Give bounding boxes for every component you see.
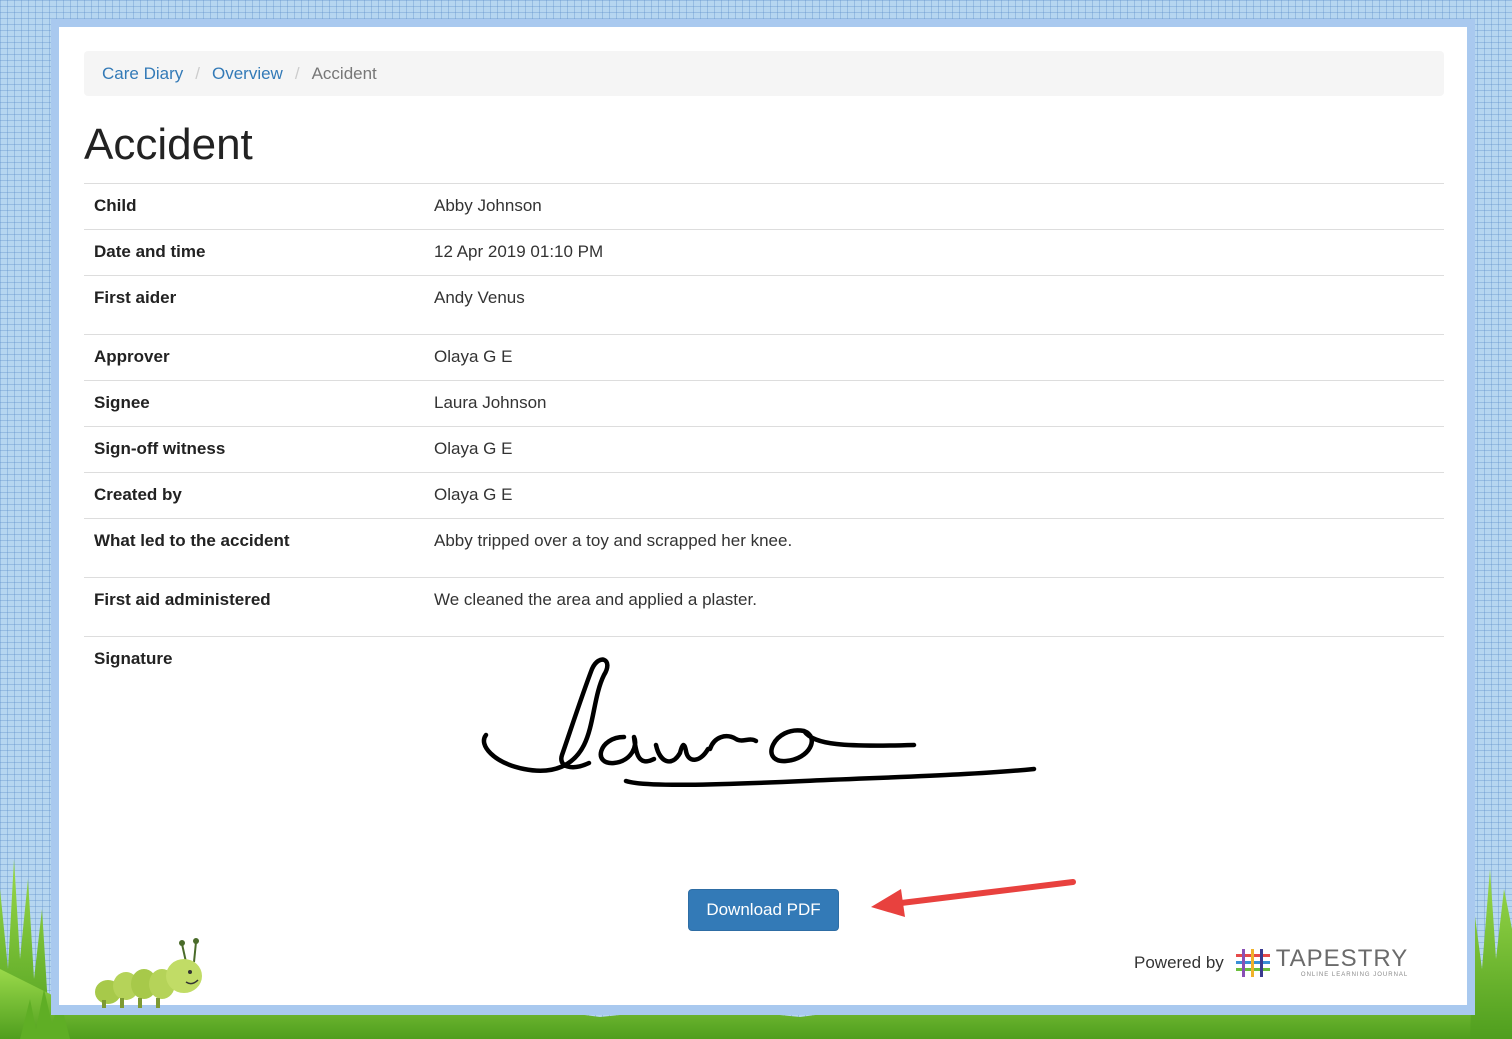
page-title: Accident: [84, 120, 253, 169]
row-value: Olaya G E: [434, 347, 513, 366]
table-row: First aider Andy Venus: [84, 275, 1444, 335]
powered-by: Powered by TAPESTRY ONLINE LEARNING JOUR…: [1134, 947, 1408, 979]
breadcrumb-care-diary[interactable]: Care Diary: [102, 64, 183, 84]
row-value: Olaya G E: [434, 485, 513, 504]
table-row: Created by Olaya G E: [84, 472, 1444, 519]
powered-by-text: Powered by: [1134, 953, 1224, 972]
table-row: What led to the accident Abby tripped ov…: [84, 518, 1444, 578]
row-label: Child: [94, 196, 137, 215]
row-value: Laura Johnson: [434, 393, 547, 412]
breadcrumb-overview[interactable]: Overview: [212, 64, 283, 84]
row-label: Sign-off witness: [94, 439, 226, 458]
content-panel: Care Diary / Overview / Accident Acciden…: [59, 27, 1467, 1005]
table-row: Child Abby Johnson: [84, 183, 1444, 230]
row-label: What led to the accident: [94, 531, 290, 550]
tapestry-tagline: ONLINE LEARNING JOURNAL: [1300, 972, 1409, 978]
tapestry-logo-icon: [1235, 949, 1270, 977]
tapestry-brand: TAPESTRY: [1275, 945, 1409, 972]
signature-image: [434, 637, 1434, 820]
breadcrumb-separator: /: [195, 63, 200, 83]
handwritten-signature: [481, 657, 1037, 788]
row-value: Abby Johnson: [434, 196, 542, 215]
row-label: Approver: [94, 347, 170, 366]
breadcrumb-current: Accident: [311, 63, 377, 83]
download-pdf-button[interactable]: Download PDF: [688, 889, 839, 931]
red-arrow-icon: [871, 879, 1076, 917]
row-value: Andy Venus: [434, 288, 525, 307]
signature-row: Signature: [84, 636, 1444, 837]
breadcrumb-separator: /: [294, 63, 300, 83]
caterpillar-icon: [95, 938, 202, 1008]
row-label: Created by: [94, 485, 182, 504]
table-row: Signee Laura Johnson: [84, 380, 1444, 427]
row-value: We cleaned the area and applied a plaste…: [434, 590, 757, 609]
table-row: Sign-off witness Olaya G E: [84, 426, 1444, 473]
row-label: First aid administered: [94, 590, 271, 609]
row-label: Signee: [94, 393, 150, 412]
tapestry-logo[interactable]: TAPESTRY ONLINE LEARNING JOURNAL: [1234, 947, 1408, 979]
signature-label: Signature: [94, 649, 173, 668]
table-row: First aid administered We cleaned the ar…: [84, 577, 1444, 637]
row-value: 12 Apr 2019 01:10 PM: [434, 242, 604, 261]
accident-details-table: Child Abby Johnson Date and time 12 Apr …: [84, 183, 1444, 837]
row-value: Abby tripped over a toy and scrapped her…: [434, 531, 793, 550]
table-row: Approver Olaya G E: [84, 334, 1444, 381]
table-row: Date and time 12 Apr 2019 01:10 PM: [84, 229, 1444, 276]
row-value: Olaya G E: [434, 439, 513, 458]
breadcrumb: Care Diary / Overview / Accident: [84, 51, 1444, 96]
row-label: Date and time: [94, 242, 206, 261]
row-label: First aider: [94, 288, 177, 307]
